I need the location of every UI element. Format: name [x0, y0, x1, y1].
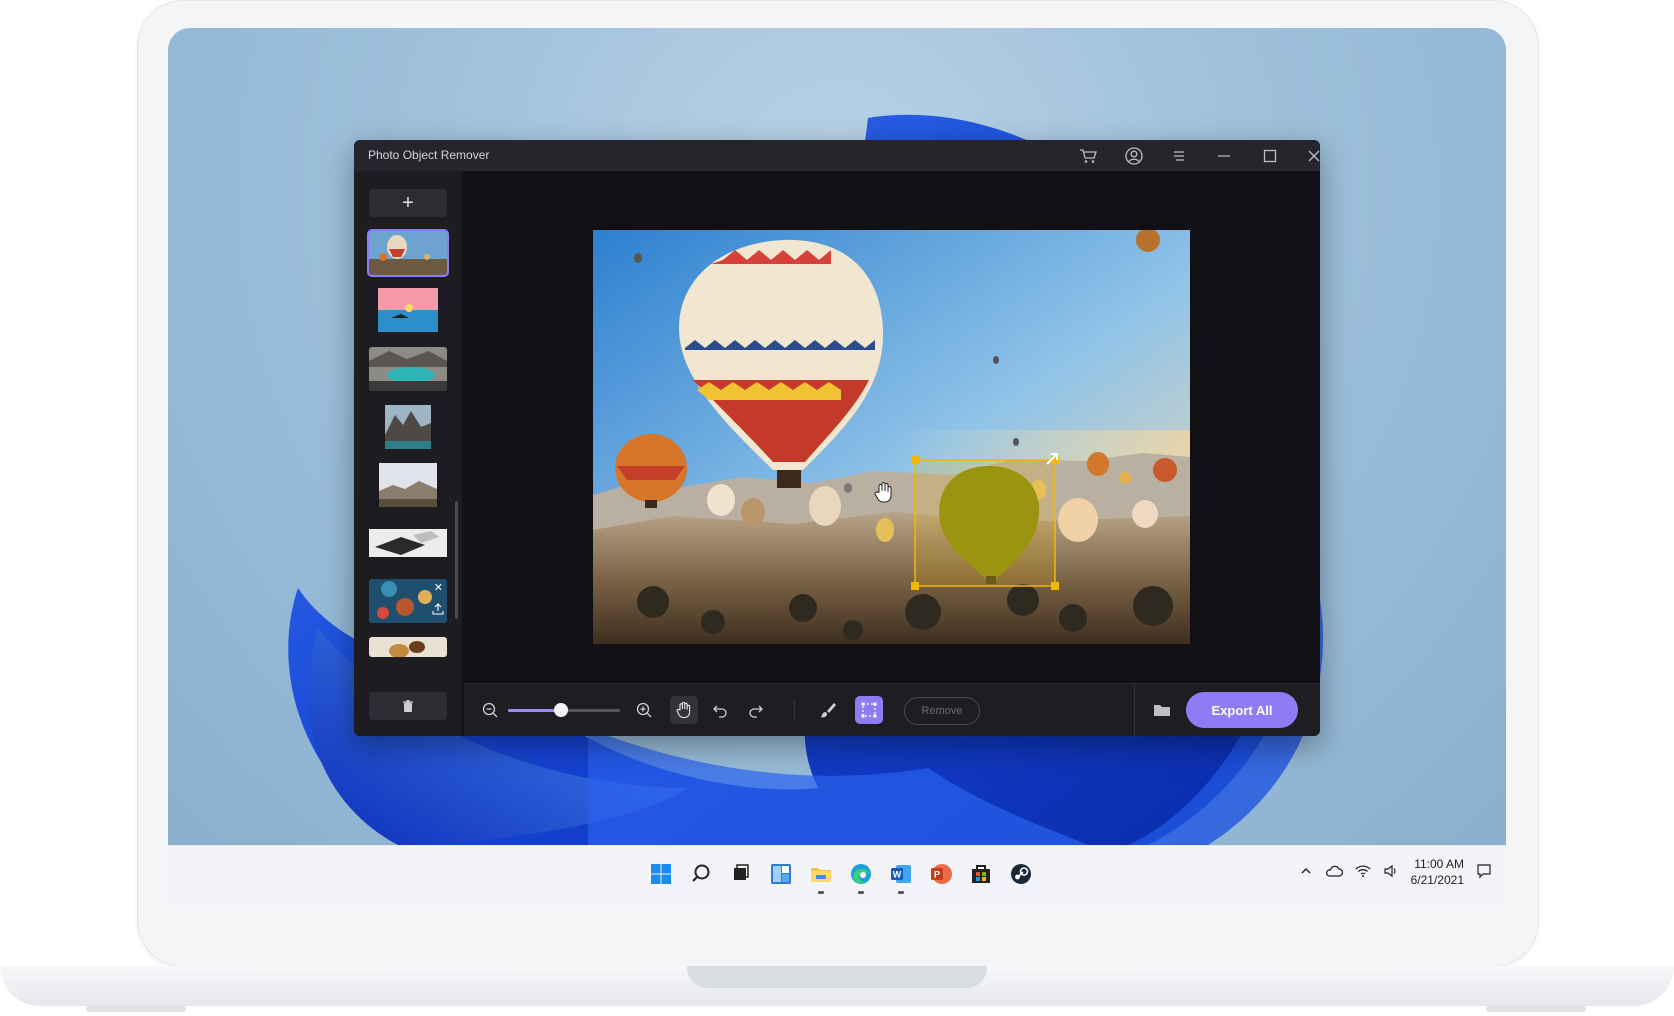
thumbnail-food-table[interactable]: ✕: [369, 579, 447, 623]
account-icon[interactable]: [1114, 140, 1154, 171]
toolbar-divider: [1134, 684, 1135, 736]
thumbnail-coffee-bread[interactable]: [369, 637, 447, 657]
volume-icon[interactable]: [1383, 864, 1399, 881]
zoom-out-icon[interactable]: [476, 696, 504, 724]
remove-thumbnail-icon[interactable]: ✕: [434, 581, 443, 594]
thumbnail-hot-air-balloons[interactable]: [367, 229, 449, 277]
powerpoint-icon[interactable]: P: [926, 859, 956, 889]
thumbnail-sunset-sea[interactable]: [369, 288, 447, 332]
title-bar: Photo Object Remover: [354, 140, 1320, 171]
cloud-icon[interactable]: [1325, 864, 1343, 881]
cart-icon[interactable]: [1068, 140, 1108, 171]
zoom-slider-knob[interactable]: [553, 703, 568, 717]
clock-time: 11:00 AM: [1414, 857, 1464, 871]
toolbar-divider: [794, 700, 795, 720]
widgets-icon[interactable]: [766, 859, 796, 889]
thumbnail-turquoise-lake[interactable]: [369, 347, 447, 391]
system-tray: 11:00 AM 6/21/2021: [1299, 856, 1492, 888]
bottom-toolbar: Remove Export All: [464, 683, 1320, 736]
close-icon[interactable]: [1294, 140, 1320, 171]
export-all-button[interactable]: Export All: [1186, 692, 1298, 728]
chevron-up-icon[interactable]: [1299, 864, 1313, 881]
menu-icon[interactable]: [1159, 140, 1199, 171]
app-title: Photo Object Remover: [368, 148, 490, 162]
search-icon[interactable]: [686, 859, 716, 889]
laptop-hinge: [687, 966, 987, 988]
wifi-icon[interactable]: [1355, 864, 1371, 881]
editing-canvas[interactable]: [464, 171, 1320, 683]
main-photo[interactable]: [593, 230, 1190, 644]
delete-button[interactable]: [369, 692, 447, 720]
maximize-icon[interactable]: [1250, 140, 1290, 171]
remove-button[interactable]: Remove: [904, 697, 980, 725]
export-thumbnail-icon[interactable]: [432, 602, 444, 620]
minimize-icon[interactable]: [1204, 140, 1244, 171]
edge-icon[interactable]: [846, 859, 876, 894]
app-window: Photo Object Remover + ✕ Remove Export A…: [354, 140, 1320, 736]
taskbar-apps: W P: [646, 859, 1036, 894]
selected-object[interactable]: [911, 453, 1059, 590]
image-list-sidebar: + ✕: [354, 171, 462, 736]
laptop-foot-left: [86, 1006, 186, 1012]
taskbar: W P 11:00 AM 6/21/2021: [168, 845, 1506, 908]
hand-tool-icon[interactable]: [670, 696, 698, 724]
svg-text:P: P: [934, 870, 940, 880]
rect-select-icon[interactable]: [855, 696, 883, 724]
zoom-slider-fill: [508, 709, 561, 712]
thumbnail-desk-laptop[interactable]: [369, 521, 447, 565]
zoom-slider[interactable]: [508, 703, 620, 717]
brush-icon[interactable]: [814, 696, 842, 724]
clock-date: 6/21/2021: [1410, 873, 1464, 887]
notification-icon[interactable]: [1476, 863, 1492, 882]
undo-icon[interactable]: [706, 696, 734, 724]
thumbnail-misty-town[interactable]: [369, 463, 447, 507]
laptop-foot-right: [1486, 1006, 1586, 1012]
clock[interactable]: 11:00 AM 6/21/2021: [1411, 856, 1464, 888]
add-image-button[interactable]: +: [369, 189, 447, 217]
windows-start-icon[interactable]: [646, 859, 676, 889]
zoom-in-icon[interactable]: [630, 696, 658, 724]
trash-icon: [403, 699, 413, 712]
redo-icon[interactable]: [742, 696, 770, 724]
sidebar-scrollbar[interactable]: [455, 501, 458, 619]
thumbnail-mountain-canyon[interactable]: [369, 405, 447, 449]
steam-icon[interactable]: [1006, 859, 1036, 889]
store-icon[interactable]: [966, 859, 996, 889]
file-explorer-icon[interactable]: [806, 859, 836, 894]
svg-text:W: W: [893, 870, 902, 880]
task-view-icon[interactable]: [726, 859, 756, 889]
folder-icon[interactable]: [1148, 696, 1176, 724]
word-icon[interactable]: W: [886, 859, 916, 894]
